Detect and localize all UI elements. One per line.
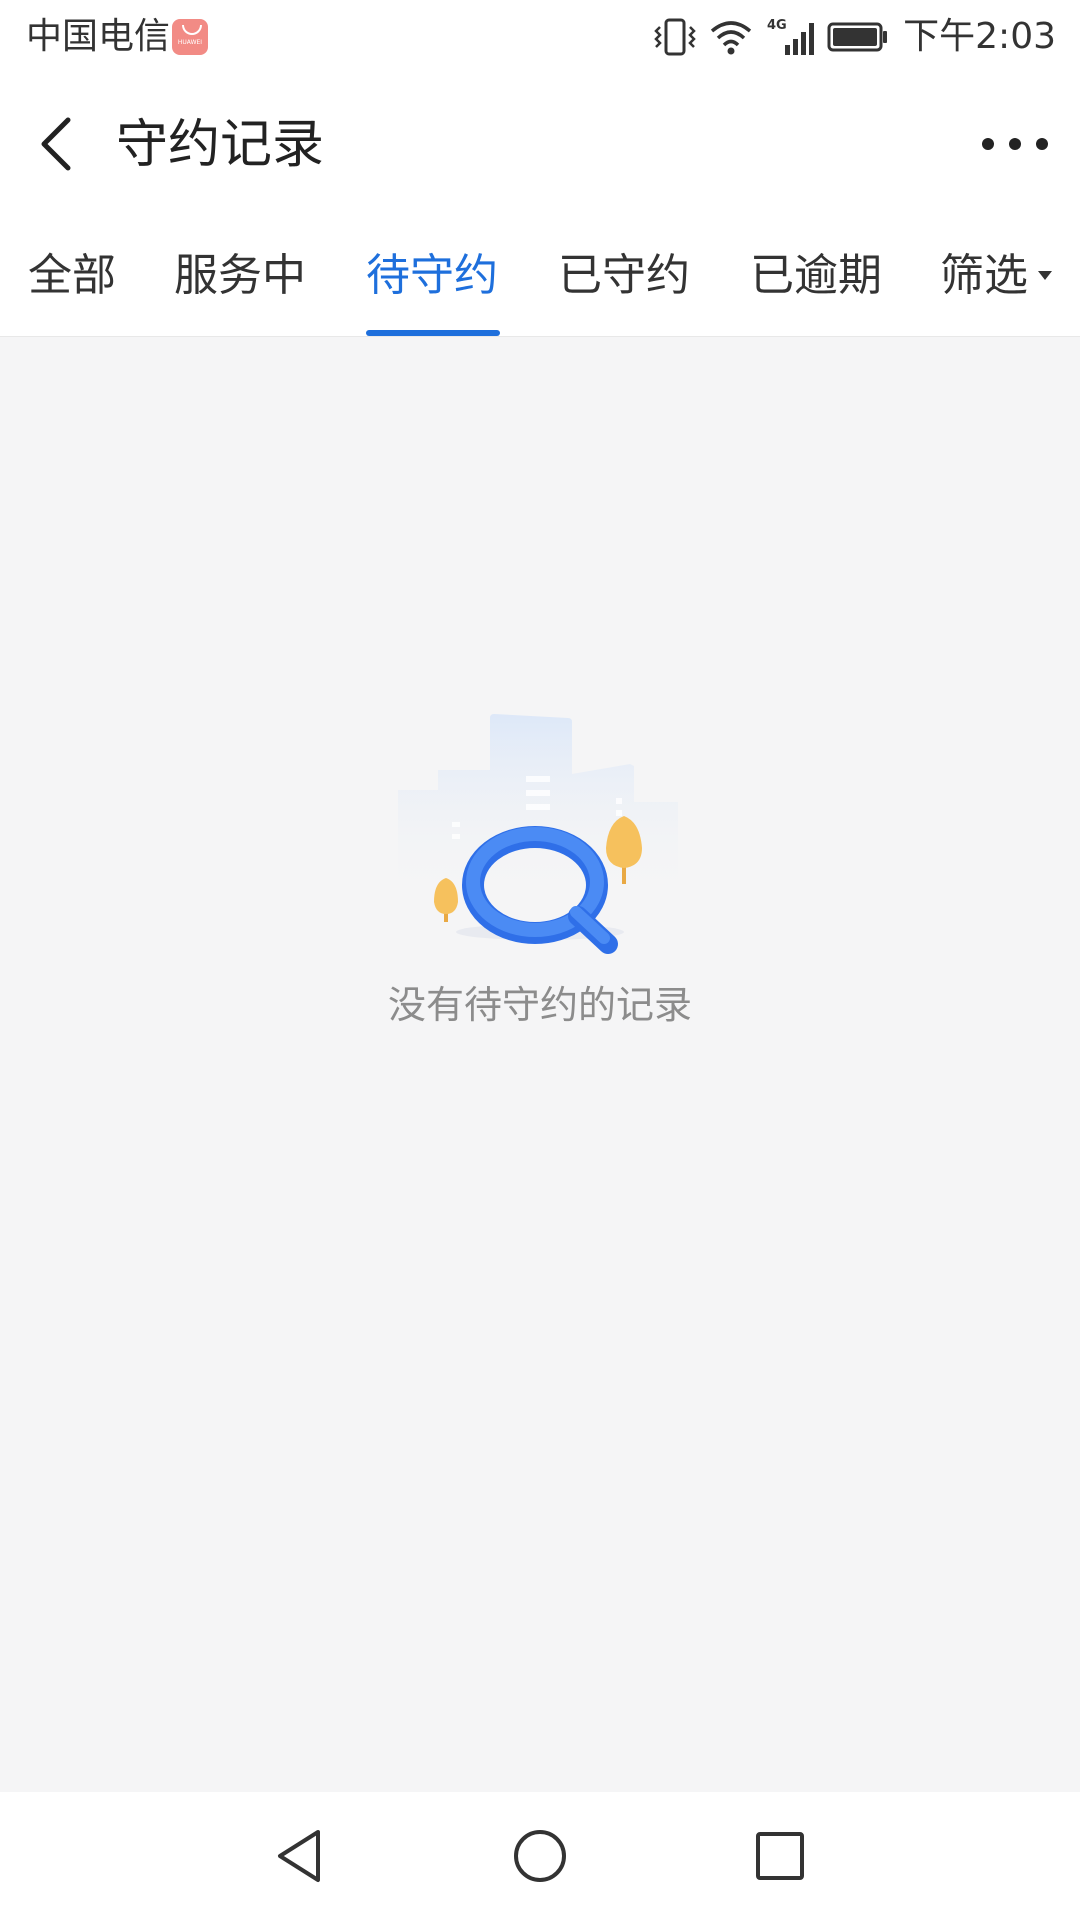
tab-kept[interactable]: 已守约 [558, 246, 690, 306]
tab-overdue[interactable]: 已逾期 [750, 246, 882, 306]
empty-state-message: 没有待守约的记录 [387, 983, 692, 1027]
back-chevron-icon[interactable] [30, 114, 90, 174]
vibrate-icon [654, 18, 696, 56]
tab-all[interactable]: 全部 [28, 246, 116, 306]
network-type-label: 4G [767, 18, 787, 33]
page-title: 守约记录 [116, 115, 325, 175]
title-bar: 守约记录 [0, 74, 1080, 216]
active-tab-indicator [366, 330, 500, 336]
wifi-icon [711, 21, 752, 55]
battery-icon [827, 22, 888, 52]
tab-in-service[interactable]: 服务中 [174, 246, 306, 306]
nav-back-icon[interactable] [268, 1824, 332, 1888]
caret-down-icon [1038, 271, 1052, 280]
filter-tabs: 全部 服务中 待守约 已守约 已逾期 筛选 [0, 216, 1080, 337]
tab-pending[interactable]: 待守约 [366, 246, 498, 306]
screen: 中国电信 HUAWEI 4G 下午2:03 守约记录 全部 服务中 待守约 已守… [0, 0, 1080, 1920]
status-bar: 中国电信 HUAWEI 4G 下午2:03 [0, 0, 1080, 74]
more-options-icon[interactable] [980, 124, 1050, 164]
system-nav-bar [0, 1792, 1080, 1920]
status-icons: 4G 下午2:03 [641, 14, 1056, 60]
huawei-badge-text: HUAWEI [177, 39, 203, 46]
status-time: 下午2:03 [903, 16, 1056, 57]
carrier-label: 中国电信 [26, 16, 171, 57]
nav-home-icon[interactable] [508, 1824, 572, 1888]
empty-search-illustration [398, 714, 678, 954]
huawei-app-icon: HUAWEI [172, 19, 208, 55]
cellular-signal-icon: 4G [767, 18, 815, 55]
tab-filter[interactable]: 筛选 [940, 246, 1028, 306]
nav-recents-icon[interactable] [748, 1824, 812, 1888]
